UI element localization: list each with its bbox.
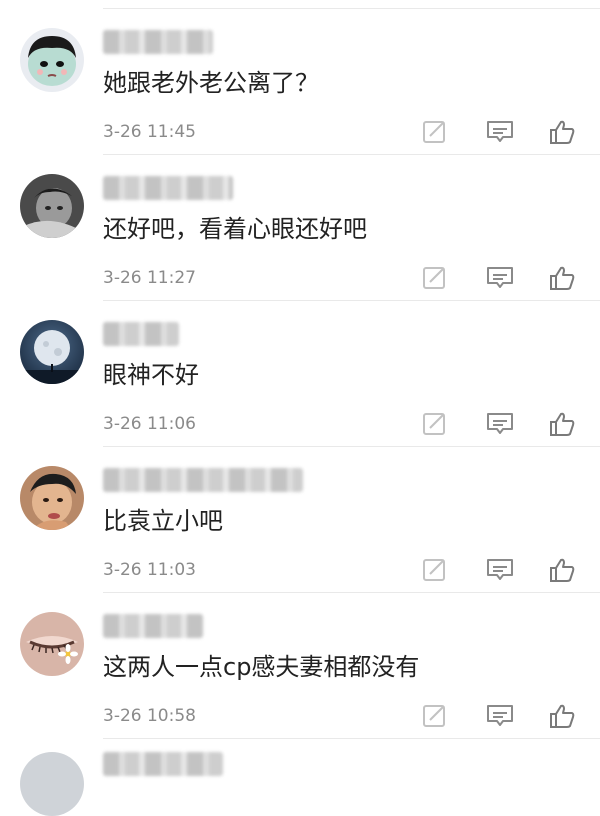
user-avatar[interactable] (20, 752, 84, 816)
comment-time: 3-26 10:58 (103, 706, 196, 726)
comment-text: 她跟老外老公离了？ (103, 69, 319, 97)
edit-icon[interactable] (420, 410, 450, 438)
thumbs-up-icon[interactable] (547, 118, 577, 146)
comment-text: 还好吧，看着心眼还好吧 (103, 215, 367, 243)
comment-item: 比袁立小吧 3-26 11:03 (0, 446, 600, 592)
comment-icon[interactable] (485, 410, 515, 438)
username-blurred[interactable] (103, 752, 223, 776)
username-blurred[interactable] (103, 614, 203, 638)
thumbs-up-icon[interactable] (547, 264, 577, 292)
comment-icon[interactable] (485, 264, 515, 292)
thumbs-up-icon[interactable] (547, 702, 577, 730)
divider (103, 738, 600, 739)
comment-item: 还好吧，看着心眼还好吧 3-26 11:27 (0, 154, 600, 300)
comment-icon[interactable] (485, 702, 515, 730)
comment-text: 这两人一点cp感夫妻相都没有 (103, 653, 420, 681)
username-blurred[interactable] (103, 322, 179, 346)
edit-icon[interactable] (420, 118, 450, 146)
edit-icon[interactable] (420, 556, 450, 584)
comment-icon[interactable] (485, 556, 515, 584)
comment-item: 这两人一点cp感夫妻相都没有 3-26 10:58 (0, 592, 600, 738)
thumbs-up-icon[interactable] (547, 410, 577, 438)
comment-list: 她跟老外老公离了？ 3-26 11:45 还好吧，看着心眼还好吧 3-26 11… (0, 0, 600, 816)
comment-text: 比袁立小吧 (103, 507, 223, 535)
comment-item: 眼神不好 3-26 11:06 (0, 300, 600, 446)
edit-icon[interactable] (420, 702, 450, 730)
comment-time: 3-26 11:27 (103, 268, 196, 288)
user-avatar[interactable] (20, 320, 84, 384)
username-blurred[interactable] (103, 468, 303, 492)
comment-item: 她跟老外老公离了？ 3-26 11:45 (0, 8, 600, 154)
user-avatar[interactable] (20, 612, 84, 676)
user-avatar[interactable] (20, 466, 84, 530)
user-avatar[interactable] (20, 28, 84, 92)
username-blurred[interactable] (103, 176, 233, 200)
user-avatar[interactable] (20, 174, 84, 238)
comment-time: 3-26 11:03 (103, 560, 196, 580)
thumbs-up-icon[interactable] (547, 556, 577, 584)
comment-text: 眼神不好 (103, 361, 199, 389)
username-blurred[interactable] (103, 30, 213, 54)
edit-icon[interactable] (420, 264, 450, 292)
comment-time: 3-26 11:06 (103, 414, 196, 434)
comment-time: 3-26 11:45 (103, 122, 196, 142)
comment-icon[interactable] (485, 118, 515, 146)
